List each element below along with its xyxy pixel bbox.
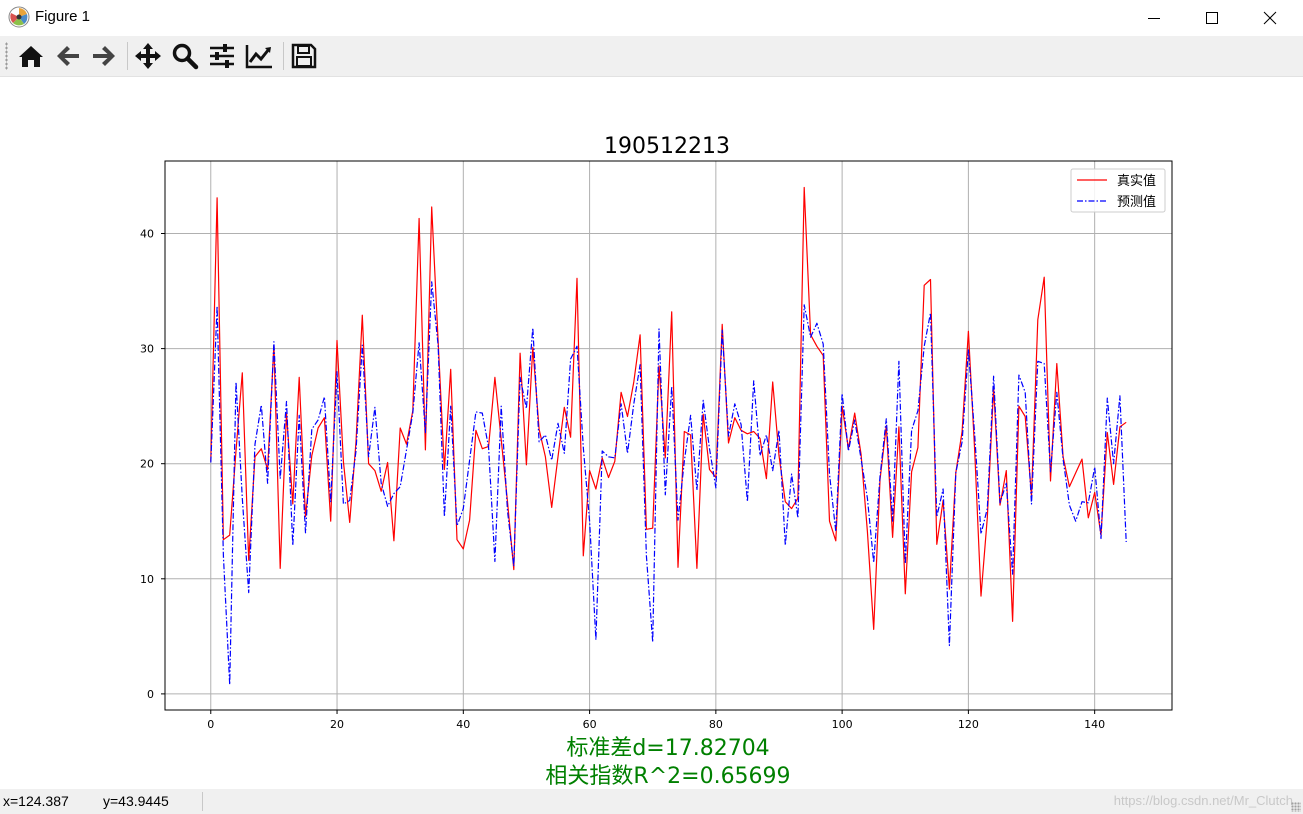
customize-button[interactable]: [242, 39, 276, 73]
window-title: Figure 1: [35, 8, 91, 25]
save-button[interactable]: [287, 39, 321, 73]
resize-grip[interactable]: [1291, 802, 1301, 812]
chart-trend-icon: [245, 45, 272, 69]
home-button[interactable]: [14, 39, 48, 73]
floppy-disk-icon: [291, 43, 317, 69]
forward-button[interactable]: [87, 39, 121, 73]
sliders-icon: [210, 44, 234, 68]
true-value-line: [210, 186, 1127, 631]
toolbar-separator: [283, 42, 284, 70]
plot-lines: [210, 186, 1127, 686]
y-tick-label: 30: [140, 343, 154, 356]
y-coordinate-readout: y=43.9445: [103, 793, 169, 809]
minimize-icon: [1148, 18, 1160, 19]
x-tick-label: 140: [1084, 718, 1105, 731]
status-separator: [202, 792, 203, 811]
y-tick-label: 0: [147, 688, 154, 701]
predicted-value-line: [210, 281, 1127, 686]
arrow-left-icon: [57, 46, 79, 66]
chart-title: 190512213: [604, 134, 730, 159]
y-tick-label: 20: [140, 458, 154, 471]
close-icon: [1263, 11, 1277, 25]
x-tick-label: 100: [832, 718, 853, 731]
zoom-button[interactable]: [168, 39, 202, 73]
close-button[interactable]: [1242, 0, 1300, 36]
watermark-text: https://blog.csdn.net/Mr_Clutch: [1113, 793, 1293, 808]
back-button[interactable]: [51, 39, 85, 73]
figure-canvas[interactable]: 190512213 0 20 40 60 80 100 120 140 0 10 20 30 40 真实…: [0, 77, 1303, 789]
x-tick-label: 0: [207, 718, 214, 731]
home-icon: [19, 46, 43, 67]
status-bar: x=124.387 y=43.9445 https://blog.csdn.ne…: [0, 789, 1303, 814]
x-tick-label: 60: [583, 718, 597, 731]
maximize-icon: [1206, 12, 1218, 24]
move-icon: [135, 43, 161, 69]
axis-ticks: 0 20 40 60 80 100 120 140 0 10 20 30 40: [140, 228, 1105, 731]
legend-label-true: 真实值: [1117, 173, 1156, 189]
toolbar-grip[interactable]: [5, 42, 8, 70]
r2-annotation: 相关指数R^2=0.65699: [545, 764, 790, 789]
legend-label-pred: 预测值: [1117, 194, 1156, 210]
matplotlib-logo-icon: [8, 6, 30, 28]
x-tick-label: 120: [958, 718, 979, 731]
x-tick-label: 80: [709, 718, 723, 731]
y-tick-label: 40: [140, 228, 154, 241]
std-annotation: 标准差d=17.82704: [566, 736, 769, 761]
title-bar: Figure 1: [0, 0, 1303, 36]
x-tick-label: 20: [330, 718, 344, 731]
y-tick-label: 10: [140, 573, 154, 586]
x-coordinate-readout: x=124.387: [3, 793, 69, 809]
legend: 真实值 预测值: [1070, 168, 1166, 213]
magnifier-icon: [172, 43, 199, 70]
arrow-right-icon: [93, 46, 115, 66]
subplots-button[interactable]: [205, 39, 239, 73]
toolbar: [0, 36, 1303, 77]
minimize-button[interactable]: [1126, 0, 1184, 36]
pan-button[interactable]: [131, 39, 165, 73]
x-tick-label: 40: [456, 718, 470, 731]
maximize-button[interactable]: [1184, 0, 1242, 36]
toolbar-separator: [127, 42, 128, 70]
